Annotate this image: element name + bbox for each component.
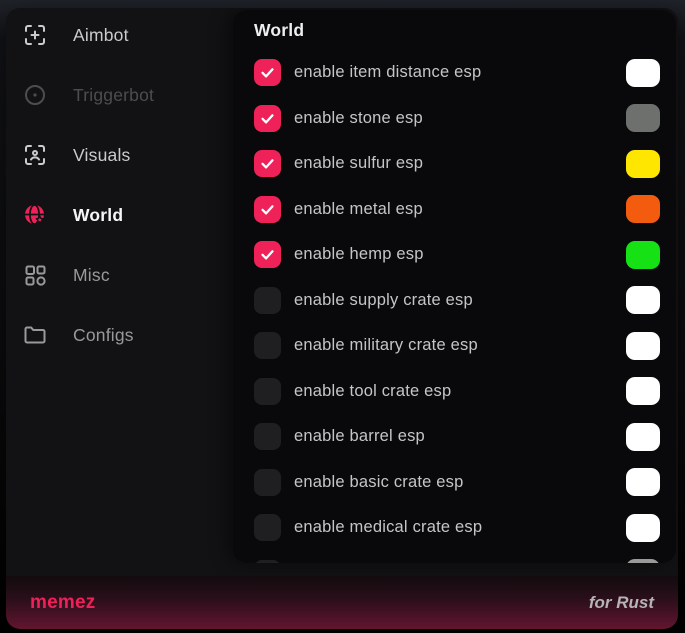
color-swatch[interactable]: [626, 150, 660, 178]
esp-checkbox[interactable]: [254, 469, 281, 496]
sidebar-item-label: Triggerbot: [73, 85, 154, 106]
esp-setting-row: enable item distance esp: [233, 50, 676, 96]
sidebar-item-label: World: [73, 205, 123, 226]
esp-setting-label: enable sulfur esp: [294, 154, 626, 173]
esp-checkbox[interactable]: [254, 105, 281, 132]
sidebar-item-misc[interactable]: Misc: [6, 253, 233, 297]
color-swatch[interactable]: [626, 377, 660, 405]
configs-icon: [23, 323, 47, 347]
sidebar-item-visuals[interactable]: Visuals: [6, 133, 233, 177]
footer-bar: memez for Rust: [6, 576, 678, 629]
esp-setting-label: enable basic crate esp: [294, 473, 626, 492]
color-swatch[interactable]: [626, 468, 660, 496]
cheat-window: Aimbot Triggerbot Visuals: [6, 8, 678, 629]
color-swatch[interactable]: [626, 332, 660, 360]
page-title: World: [254, 20, 304, 41]
checkmark-icon: [259, 246, 276, 263]
sidebar-item-triggerbot[interactable]: Triggerbot: [6, 73, 233, 117]
color-swatch[interactable]: [626, 59, 660, 87]
color-swatch[interactable]: [626, 286, 660, 314]
sidebar-item-label: Misc: [73, 265, 110, 286]
esp-setting-row: enable basic crate esp: [233, 460, 676, 506]
world-icon: [23, 203, 47, 227]
esp-setting-row: enable sulfur esp: [233, 141, 676, 187]
color-swatch[interactable]: [626, 241, 660, 269]
color-swatch[interactable]: [626, 559, 660, 563]
esp-checkbox[interactable]: [254, 241, 281, 268]
esp-setting-label: enable metal esp: [294, 200, 626, 219]
esp-checkbox[interactable]: [254, 378, 281, 405]
esp-setting-row: enable medical crate esp: [233, 505, 676, 551]
color-swatch[interactable]: [626, 423, 660, 451]
esp-row-list: enable item distance esp enable stone es…: [233, 50, 676, 563]
esp-setting-label: enable supply crate esp: [294, 291, 626, 310]
esp-checkbox[interactable]: [254, 150, 281, 177]
world-settings-panel: World enable item distance esp enable st…: [233, 10, 676, 563]
esp-setting-row: enable tool crate esp: [233, 369, 676, 415]
esp-checkbox[interactable]: [254, 332, 281, 359]
esp-setting-label: enable medical crate esp: [294, 518, 626, 537]
aimbot-icon: [23, 23, 47, 47]
esp-setting-row: enable stone esp: [233, 96, 676, 142]
esp-setting-label: enable hemp esp: [294, 245, 626, 264]
esp-checkbox[interactable]: [254, 423, 281, 450]
sidebar: Aimbot Triggerbot Visuals: [6, 8, 233, 568]
esp-setting-row: [233, 551, 676, 564]
sidebar-item-world[interactable]: World: [6, 193, 233, 237]
esp-setting-label: enable stone esp: [294, 109, 626, 128]
misc-icon: [23, 263, 47, 287]
esp-checkbox[interactable]: [254, 514, 281, 541]
brand-logo: memez: [30, 592, 95, 614]
checkmark-icon: [259, 155, 276, 172]
triggerbot-icon: [23, 83, 47, 107]
esp-setting-row: enable barrel esp: [233, 414, 676, 460]
checkmark-icon: [259, 110, 276, 127]
checkmark-icon: [259, 201, 276, 218]
esp-checkbox[interactable]: [254, 196, 281, 223]
esp-setting-row: enable supply crate esp: [233, 278, 676, 324]
esp-setting-label: enable tool crate esp: [294, 382, 626, 401]
brand-tagline: for Rust: [589, 593, 654, 613]
esp-setting-label: enable item distance esp: [294, 63, 626, 82]
sidebar-item-aimbot[interactable]: Aimbot: [6, 13, 233, 57]
esp-setting-row: enable hemp esp: [233, 232, 676, 278]
esp-setting-row: enable military crate esp: [233, 323, 676, 369]
esp-setting-label: enable military crate esp: [294, 336, 626, 355]
visuals-icon: [23, 143, 47, 167]
esp-checkbox[interactable]: [254, 59, 281, 86]
sidebar-item-label: Visuals: [73, 145, 131, 166]
esp-checkbox[interactable]: [254, 287, 281, 314]
esp-setting-label: enable barrel esp: [294, 427, 626, 446]
color-swatch[interactable]: [626, 104, 660, 132]
sidebar-item-configs[interactable]: Configs: [6, 313, 233, 357]
checkmark-icon: [259, 64, 276, 81]
esp-checkbox[interactable]: [254, 560, 281, 563]
sidebar-item-label: Aimbot: [73, 25, 129, 46]
sidebar-item-label: Configs: [73, 325, 134, 346]
color-swatch[interactable]: [626, 195, 660, 223]
esp-setting-row: enable metal esp: [233, 187, 676, 233]
color-swatch[interactable]: [626, 514, 660, 542]
